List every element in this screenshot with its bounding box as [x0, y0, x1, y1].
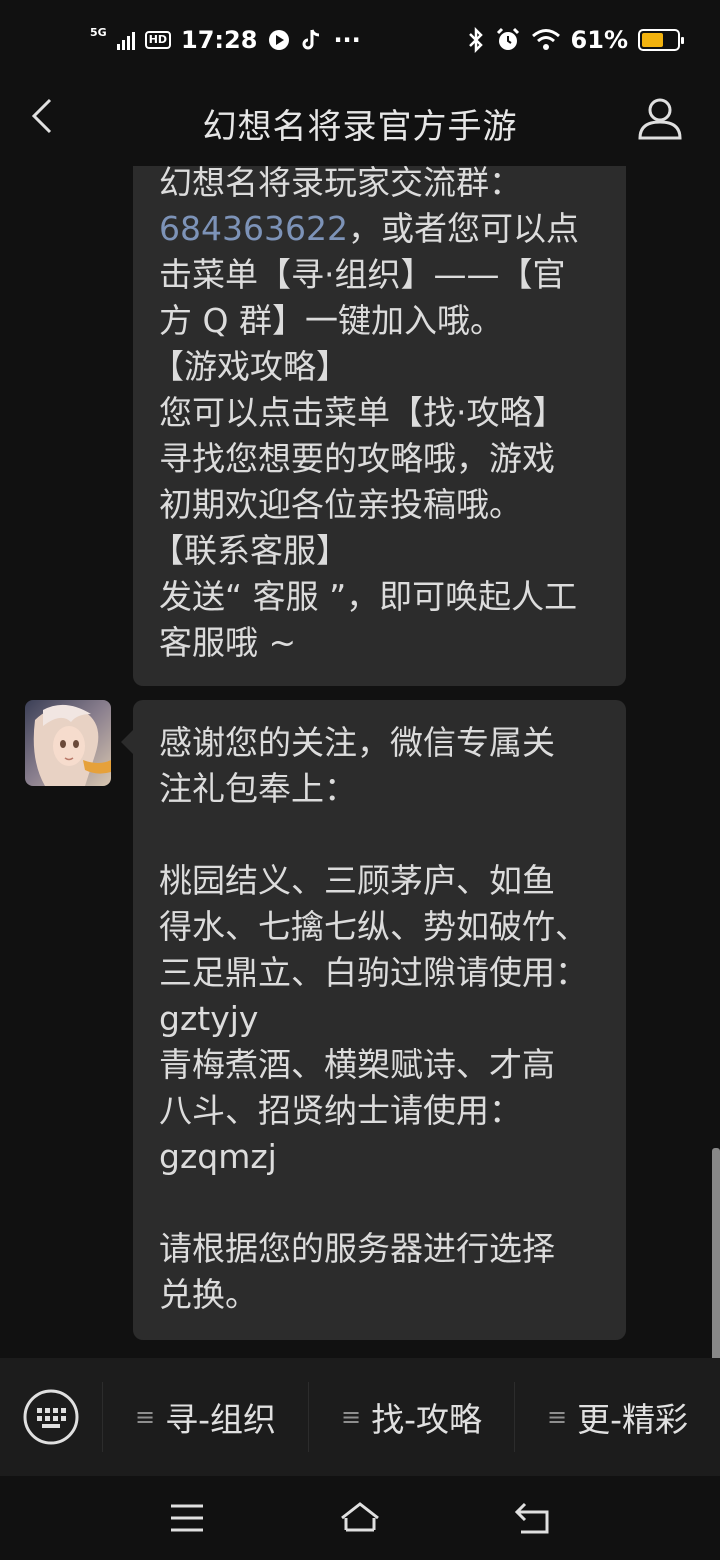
status-bar: 5G HD 17:28 ··· 61% — [0, 0, 720, 80]
message-text: ，或者您可以点 — [347, 209, 579, 248]
message-line: 注礼包奉上： — [159, 769, 357, 808]
menu-nav-icon[interactable] — [165, 1496, 209, 1540]
keyboard-icon — [23, 1389, 79, 1445]
keyboard-toggle-button[interactable] — [0, 1358, 102, 1476]
back-button[interactable] — [24, 96, 64, 136]
message-bubble[interactable]: 幻想名将录玩家交流群： 684363622，或者您可以点 击菜单【寻·组织】——… — [133, 166, 626, 686]
message-line: 寻找您想要的攻略哦，游戏 — [159, 439, 555, 478]
location-icon — [269, 30, 290, 50]
menu-bar: ≡ 寻-组织 ≡ 找-攻略 ≡ 更-精彩 — [0, 1358, 720, 1476]
game-character-avatar-icon — [25, 700, 111, 786]
signal-icon — [116, 30, 135, 50]
message-line: 【游戏攻略】 — [151, 347, 349, 386]
menu-item-label: 更-精彩 — [577, 1400, 689, 1439]
bluetooth-icon — [468, 27, 483, 53]
network-type: 5G — [90, 25, 107, 39]
battery-percent: 61% — [570, 26, 628, 54]
home-nav-icon[interactable] — [338, 1496, 382, 1540]
message-line: 得水、七擒七纵、势如破竹、 — [159, 907, 588, 946]
back-nav-icon[interactable] — [511, 1496, 555, 1540]
hd-badge: HD — [144, 31, 172, 49]
message-line: 八斗、招贤纳士请使用： — [159, 1091, 522, 1130]
page-title: 幻想名将录官方手游 — [202, 106, 518, 147]
message-line: 发送“ 客服 ”，即可唤起人工 — [159, 577, 578, 616]
message-line: 桃园结义、三顾茅庐、如鱼 — [159, 861, 555, 900]
list-icon: ≡ — [134, 1403, 156, 1431]
menu-item-label: 寻-组织 — [165, 1400, 277, 1439]
menu-item-organization[interactable]: ≡ 寻-组织 — [102, 1382, 308, 1452]
message-line: 击菜单【寻·组织】——【官 — [159, 255, 566, 294]
message-line: 青梅煮酒、横槊赋诗、才高 — [159, 1045, 555, 1084]
message-line: 请根据您的服务器进行选择 — [159, 1229, 555, 1268]
message-line: 方 Q 群】一键加入哦。 — [159, 301, 503, 340]
gift-code: gztyjy — [159, 999, 259, 1038]
message-line: 客服哦 ~ — [159, 623, 297, 662]
message-line: 初期欢迎各位亲投稿哦。 — [159, 485, 522, 524]
tiktok-icon — [302, 29, 320, 50]
status-right: 61% — [467, 26, 684, 54]
status-left: 5G HD 17:28 ··· — [90, 26, 361, 54]
list-icon: ≡ — [340, 1403, 362, 1431]
chat-header: 幻想名将录官方手游 — [0, 80, 720, 166]
battery-icon — [638, 29, 684, 51]
avatar[interactable] — [25, 700, 111, 786]
menu-item-label: 找-攻略 — [371, 1400, 483, 1439]
menu-item-more[interactable]: ≡ 更-精彩 — [514, 1382, 720, 1452]
message-line: 您可以点击菜单【找·攻略】 — [159, 393, 566, 432]
message-line: 兑换。 — [159, 1275, 258, 1314]
message-line: 【联系客服】 — [151, 531, 349, 570]
chat-area[interactable]: 幻想名将录玩家交流群： 684363622，或者您可以点 击菜单【寻·组织】——… — [0, 166, 720, 1358]
qq-group-link[interactable]: 684363622 — [159, 209, 348, 248]
message-line: 684363622，或者您可以点 — [159, 206, 600, 252]
gift-code: gzqmzj — [159, 1137, 277, 1176]
alarm-icon — [496, 27, 519, 50]
scrollbar[interactable] — [712, 1148, 720, 1358]
menu-item-guide[interactable]: ≡ 找-攻略 — [308, 1382, 514, 1452]
battery-fill — [642, 33, 663, 47]
message-line: 幻想名将录玩家交流群： — [159, 166, 522, 202]
status-time: 17:28 — [181, 26, 258, 54]
more-notifications-icon: ··· — [333, 26, 361, 54]
message-bubble[interactable]: 感谢您的关注，微信专属关 注礼包奉上： 桃园结义、三顾茅庐、如鱼 得水、七擒七纵… — [121, 700, 626, 1340]
system-nav-bar — [0, 1476, 720, 1560]
list-icon: ≡ — [546, 1403, 568, 1431]
wifi-icon — [531, 29, 560, 50]
message-line: 三足鼎立、白驹过隙请使用： — [159, 953, 588, 992]
message-line: 感谢您的关注，微信专属关 — [159, 723, 555, 762]
profile-button[interactable] — [636, 94, 684, 142]
